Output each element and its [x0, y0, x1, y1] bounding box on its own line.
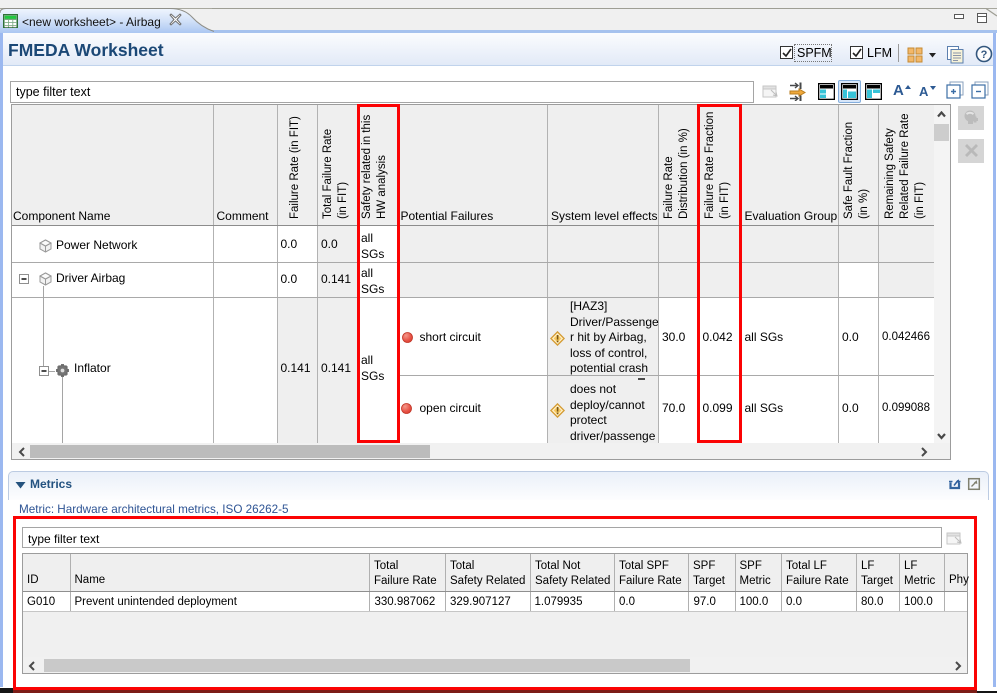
svg-text:?: ?: [981, 49, 988, 61]
